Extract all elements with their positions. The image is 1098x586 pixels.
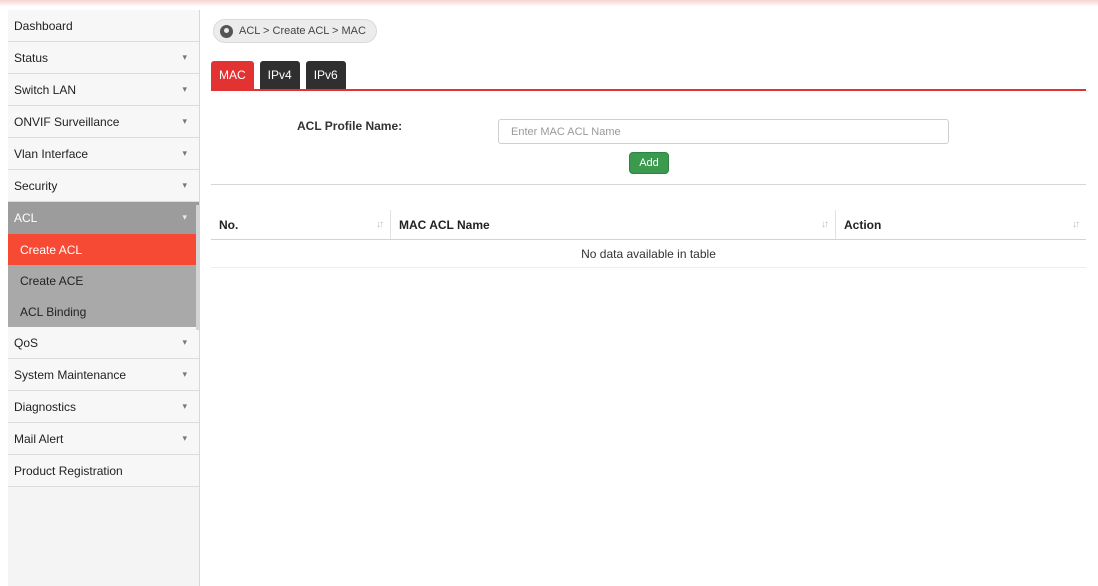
sidebar-item-label: Vlan Interface	[14, 146, 89, 161]
sidebar-item-label: Product Registration	[14, 463, 123, 478]
submenu-item-acl-binding[interactable]: ACL Binding	[8, 296, 199, 327]
sidebar-item-product-registration[interactable]: Product Registration	[8, 455, 199, 487]
chevron-down-icon: ▾	[182, 433, 187, 443]
sidebar-item-onvif-surveillance[interactable]: ONVIF Surveillance ▾	[8, 106, 199, 138]
sort-arrows-icon: ↓↑	[1072, 219, 1080, 230]
sort-arrows-icon: ↓↑	[821, 219, 829, 230]
submenu-item-create-ace[interactable]: Create ACE	[8, 265, 199, 296]
sidebar-item-security[interactable]: Security ▾	[8, 170, 199, 202]
chevron-down-icon: ▾	[182, 337, 187, 347]
sidebar-item-qos[interactable]: QoS ▾	[8, 327, 199, 359]
sidebar-item-label: Diagnostics	[14, 399, 77, 414]
sidebar-item-label: Status	[14, 50, 49, 65]
table-header: No. ↓↑ MAC ACL Name ↓↑ Action ↓↑	[211, 210, 1086, 240]
sidebar-item-label: QoS	[14, 335, 39, 350]
acl-profile-name-label: ACL Profile Name:	[297, 119, 403, 133]
sidebar-menu: Dashboard Status ▾ Switch LAN ▾ ONVIF Su…	[8, 10, 200, 586]
breadcrumb-text: ACL > Create ACL > MAC	[239, 25, 366, 37]
mac-acl-table: No. ↓↑ MAC ACL Name ↓↑ Action ↓↑ No data…	[211, 210, 1086, 268]
column-header-action[interactable]: Action ↓↑	[836, 210, 1086, 239]
sidebar-item-mail-alert[interactable]: Mail Alert ▾	[8, 423, 199, 455]
sidebar-item-vlan-interface[interactable]: Vlan Interface ▾	[8, 138, 199, 170]
submenu-item-create-acl[interactable]: Create ACL	[8, 234, 199, 265]
chevron-down-icon: ▾	[182, 401, 187, 411]
column-label: Action	[844, 217, 882, 232]
tab-ipv4[interactable]: IPv4	[259, 61, 300, 89]
acl-profile-name-input[interactable]	[498, 119, 949, 144]
chevron-down-icon: ▾	[182, 212, 187, 222]
column-label: No.	[219, 217, 239, 232]
sidebar-item-label: Dashboard	[14, 18, 73, 33]
column-header-no[interactable]: No. ↓↑	[211, 210, 391, 239]
add-button[interactable]: Add	[629, 152, 669, 174]
sidebar-item-system-maintenance[interactable]: System Maintenance ▾	[8, 359, 199, 391]
section-divider	[211, 184, 1086, 185]
sidebar-item-label: Security	[14, 178, 58, 193]
sidebar-item-dashboard[interactable]: Dashboard	[8, 10, 199, 42]
column-header-mac-acl-name[interactable]: MAC ACL Name ↓↑	[391, 210, 836, 239]
protocol-tabs: MAC IPv4 IPv6	[211, 61, 346, 89]
table-empty-message: No data available in table	[211, 240, 1086, 268]
top-accent-bar	[0, 0, 1098, 6]
sort-arrows-icon: ↓↑	[376, 219, 384, 230]
sidebar-scrollbar[interactable]	[196, 205, 200, 330]
location-pin-icon	[220, 24, 233, 38]
tab-underline	[211, 89, 1086, 91]
column-label: MAC ACL Name	[399, 217, 490, 232]
sidebar-item-diagnostics[interactable]: Diagnostics ▾	[8, 391, 199, 423]
sidebar-item-label: Mail Alert	[14, 431, 64, 446]
chevron-down-icon: ▾	[182, 84, 187, 94]
chevron-down-icon: ▾	[182, 52, 187, 62]
chevron-down-icon: ▾	[182, 148, 187, 158]
tab-ipv6[interactable]: IPv6	[305, 61, 346, 89]
chevron-down-icon: ▾	[182, 180, 187, 190]
sidebar-item-label: System Maintenance	[14, 367, 127, 382]
sidebar-item-status[interactable]: Status ▾	[8, 42, 199, 74]
sidebar-item-label: Switch LAN	[14, 82, 77, 97]
sidebar-item-switch-lan[interactable]: Switch LAN ▾	[8, 74, 199, 106]
sidebar-item-label: ONVIF Surveillance	[14, 114, 120, 129]
sidebar-item-acl[interactable]: ACL ▾	[8, 202, 199, 234]
chevron-down-icon: ▾	[182, 369, 187, 379]
chevron-down-icon: ▾	[182, 116, 187, 126]
breadcrumb: ACL > Create ACL > MAC	[213, 19, 377, 43]
sidebar-item-label: ACL	[14, 210, 38, 225]
tab-mac[interactable]: MAC	[211, 61, 254, 89]
